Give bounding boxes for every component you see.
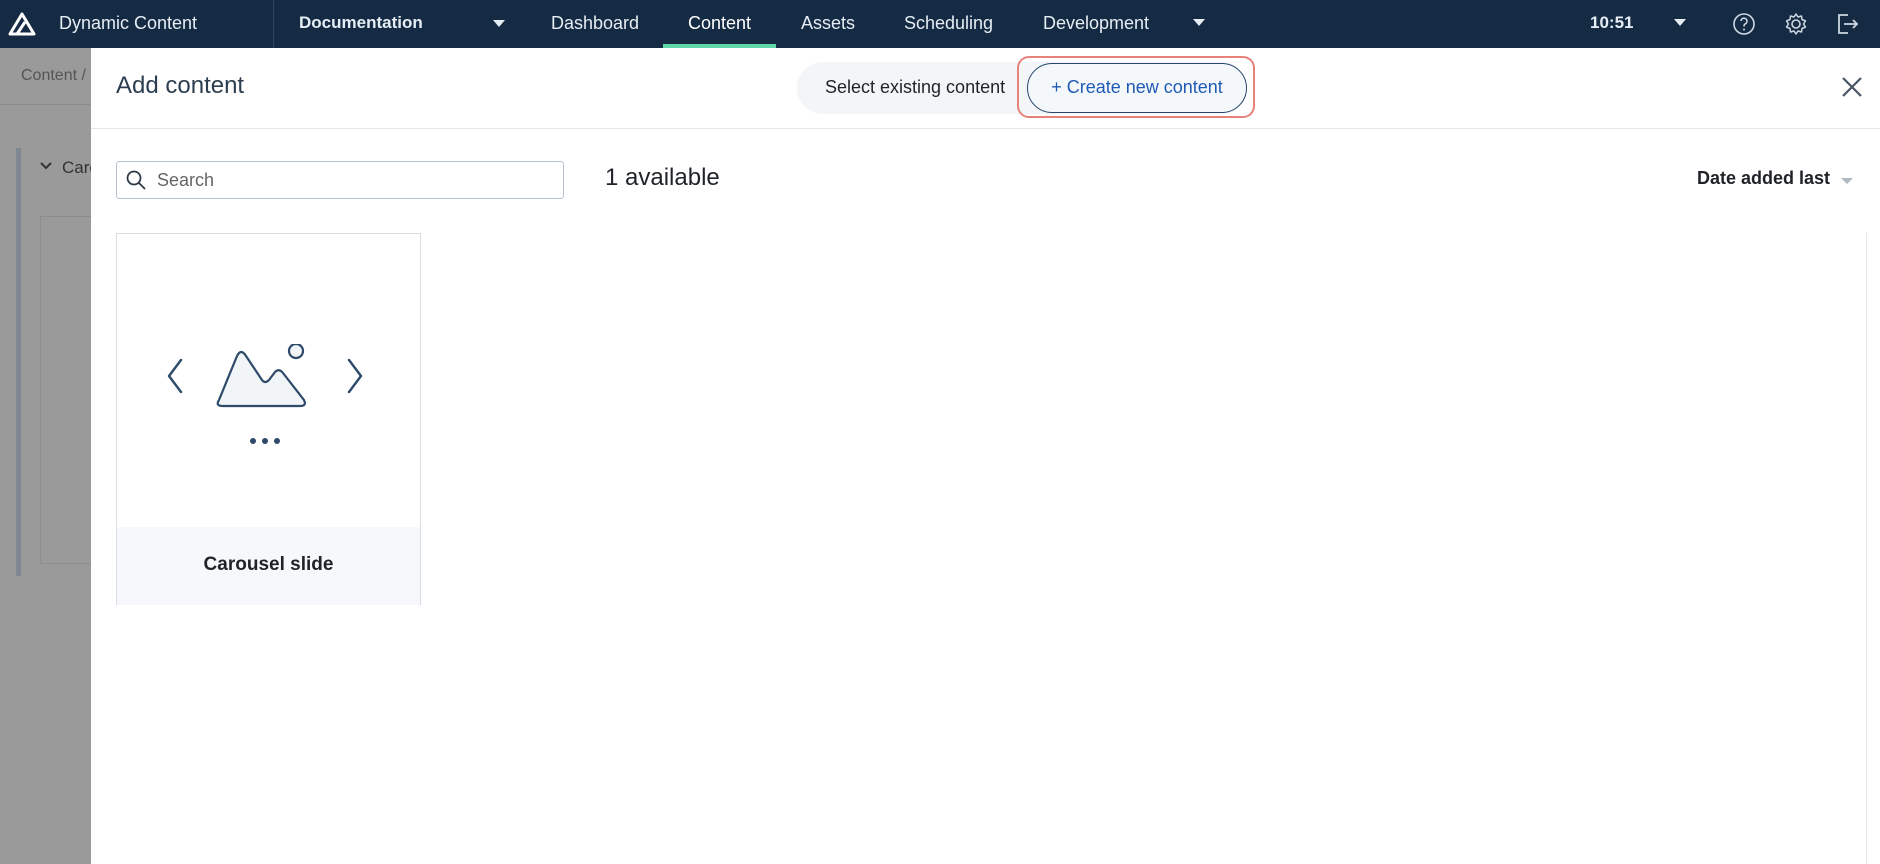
chevron-down-icon[interactable]: [1841, 178, 1853, 184]
add-content-modal: Add content Select existing content + Cr…: [91, 48, 1880, 864]
modal-title: Add content: [116, 72, 245, 99]
logout-icon[interactable]: [1833, 10, 1861, 38]
create-new-content-button[interactable]: + Create new content: [1027, 63, 1247, 113]
nav-content[interactable]: Content: [688, 13, 751, 34]
close-icon[interactable]: [1839, 74, 1865, 100]
hub-selector[interactable]: Documentation: [299, 13, 423, 33]
divider: [0, 104, 90, 105]
help-icon[interactable]: [1730, 10, 1758, 38]
section-rail: [16, 148, 21, 576]
tile-label: Carousel slide: [203, 554, 334, 575]
nav-scheduling[interactable]: Scheduling: [904, 13, 993, 34]
search-box: [116, 161, 564, 199]
chevron-down-icon[interactable]: [1193, 19, 1205, 26]
content-type-tile[interactable]: Carousel slide: [116, 233, 421, 605]
logo-icon[interactable]: [8, 12, 36, 36]
scrollbar-track[interactable]: [1866, 233, 1867, 864]
search-icon: [126, 170, 146, 190]
breadcrumb: Content /: [21, 67, 86, 84]
available-count: 1 available: [605, 164, 720, 191]
nav-assets[interactable]: Assets: [801, 13, 855, 34]
search-input[interactable]: [155, 164, 559, 196]
chevron-down-icon: [40, 162, 52, 170]
chevron-down-icon[interactable]: [493, 20, 505, 27]
clock-display[interactable]: 10:51: [1590, 13, 1633, 33]
topbar-divider: [273, 0, 274, 48]
gear-icon[interactable]: [1782, 10, 1810, 38]
top-navigation-bar: Dynamic Content Documentation Dashboard …: [0, 0, 1880, 48]
modal-header: Add content Select existing content + Cr…: [91, 48, 1880, 129]
sort-dropdown[interactable]: Date added last: [1697, 168, 1830, 189]
nav-dashboard[interactable]: Dashboard: [551, 13, 639, 34]
tab-select-existing[interactable]: Select existing content: [825, 77, 1005, 98]
chevron-down-icon[interactable]: [1674, 19, 1686, 26]
carousel-icon: [167, 344, 363, 444]
tile-footer: Carousel slide: [117, 527, 420, 605]
nav-development[interactable]: Development: [1043, 13, 1149, 34]
app-name: Dynamic Content: [59, 13, 198, 33]
